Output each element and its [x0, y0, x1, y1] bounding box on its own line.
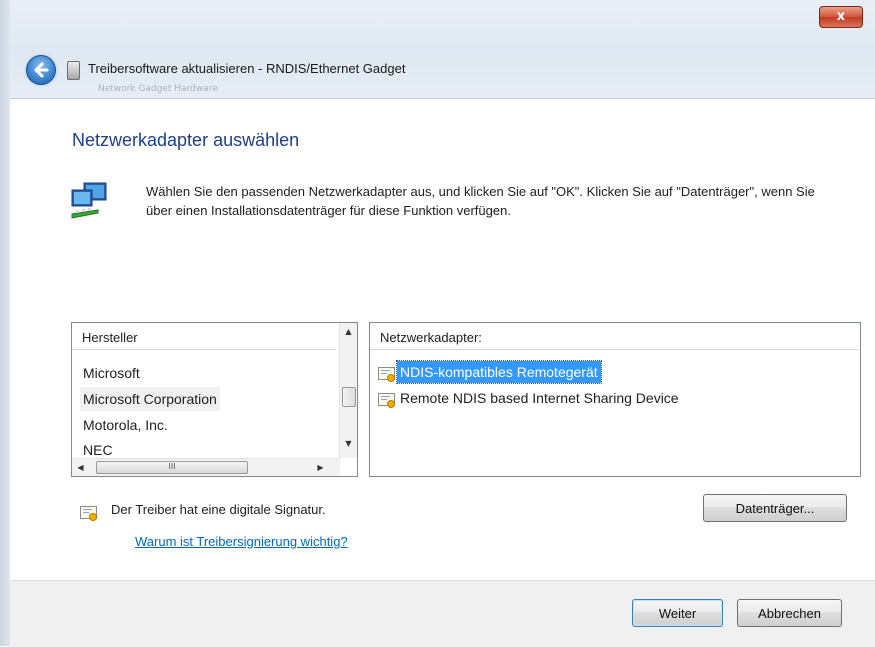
- vertical-scrollbar[interactable]: ▲ ▼: [339, 323, 357, 458]
- adapter-list[interactable]: Netzwerkadapter: NDIS-kompatibles Remote…: [369, 322, 861, 477]
- adapter-item-rndis-sharing[interactable]: Remote NDIS based Internet Sharing Devic…: [378, 387, 682, 409]
- cancel-button[interactable]: Abbrechen: [737, 599, 842, 627]
- scroll-right-icon[interactable]: ▶: [312, 459, 329, 476]
- back-button[interactable]: [26, 55, 56, 85]
- next-button[interactable]: Weiter: [632, 599, 723, 627]
- background-text: Network Gadget Hardware: [98, 84, 218, 94]
- dialog-window: x Treibersoftware aktualisieren - RNDIS/…: [10, 0, 875, 647]
- signature-info-link[interactable]: Warum ist Treibersignierung wichtig?: [135, 534, 348, 549]
- scroll-thumb[interactable]: [342, 387, 356, 407]
- scroll-up-icon[interactable]: ▲: [340, 323, 357, 340]
- disk-button[interactable]: Datenträger...: [703, 494, 847, 522]
- horizontal-scrollbar[interactable]: ◀ III ▶: [72, 458, 340, 476]
- list-item[interactable]: Microsoft: [80, 361, 143, 385]
- background-window-edge: [0, 0, 10, 646]
- certificate-icon: [378, 366, 395, 383]
- scroll-down-icon[interactable]: ▼: [340, 435, 357, 452]
- manufacturer-list-header: Hersteller: [72, 323, 335, 350]
- list-item[interactable]: Microsoft Corporation: [80, 387, 220, 411]
- network-adapter-icon: [71, 182, 107, 219]
- title-bar: x Treibersoftware aktualisieren - RNDIS/…: [10, 0, 875, 99]
- page-title: Netzwerkadapter auswählen: [72, 130, 300, 150]
- scroll-thumb-horizontal[interactable]: III: [96, 461, 248, 474]
- adapter-list-header: Netzwerkadapter:: [370, 323, 858, 350]
- arrow-left-icon: [34, 62, 49, 78]
- list-item[interactable]: NEC: [80, 438, 116, 458]
- manufacturer-list[interactable]: Hersteller Microsoft Microsoft Corporati…: [71, 322, 358, 477]
- usb-device-icon: [67, 61, 80, 80]
- close-icon: x: [836, 9, 846, 24]
- signature-status: Der Treiber hat eine digitale Signatur.: [111, 502, 326, 517]
- signature-certificate-icon: [80, 505, 97, 521]
- adapter-item-label: NDIS-kompatibles Remotegerät: [396, 360, 602, 384]
- certificate-icon: [378, 392, 395, 409]
- instructions-text: Wählen Sie den passenden Netzwerkadapter…: [146, 184, 815, 218]
- adapter-item-ndis-remote[interactable]: NDIS-kompatibles Remotegerät: [378, 360, 602, 384]
- close-button[interactable]: x: [819, 6, 863, 28]
- adapter-item-label: Remote NDIS based Internet Sharing Devic…: [400, 390, 679, 406]
- window-title: Treibersoftware aktualisieren - RNDIS/Et…: [88, 61, 406, 76]
- scroll-left-icon[interactable]: ◀: [72, 459, 89, 476]
- list-item[interactable]: Motorola, Inc.: [80, 413, 171, 437]
